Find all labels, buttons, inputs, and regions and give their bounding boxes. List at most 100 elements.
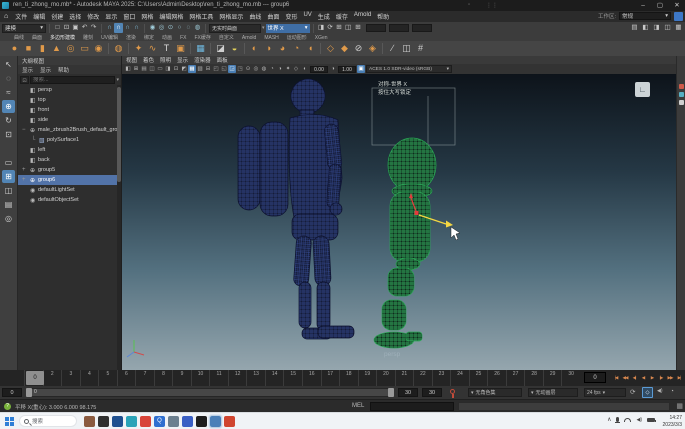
snap-icon[interactable]: ∩ <box>132 23 141 33</box>
selection-mask-icon[interactable]: ◉ <box>148 23 157 33</box>
combine-icon[interactable]: ◇ <box>324 42 337 55</box>
playback-button[interactable]: ▶| <box>675 372 683 383</box>
viewport-toolbar-icon[interactable]: ◫ <box>148 65 156 73</box>
frame-tick[interactable]: 4 <box>80 370 99 386</box>
gamma-icon[interactable]: ◑ <box>329 65 337 73</box>
viewport-menu-item[interactable]: 渲染器 <box>194 56 211 64</box>
mel-label[interactable]: MEL <box>352 403 364 409</box>
outliner-scrollbar[interactable] <box>117 85 121 370</box>
outliner-item-side[interactable]: ◧ side <box>18 115 117 125</box>
outliner-item-male-group[interactable]: − ⊕ male_zbrush2Brush_default_group <box>18 125 117 135</box>
save-scene-icon[interactable]: ▣ <box>71 23 80 33</box>
viewport-toolbar-icon[interactable]: ◲ <box>228 65 236 73</box>
menu-item[interactable]: 文件 <box>12 12 30 21</box>
menu-item[interactable]: 选择 <box>66 12 84 21</box>
frame-tick[interactable]: 9 <box>172 370 191 386</box>
layout-four-pane[interactable]: ⊞ <box>2 170 15 183</box>
frame-tick[interactable]: 23 <box>432 370 451 386</box>
viewport-menu-item[interactable]: 显示 <box>177 56 188 64</box>
separate-icon[interactable]: ◆ <box>338 42 351 55</box>
taskbar-app-4[interactable] <box>126 416 137 427</box>
frame-tick[interactable]: 29 <box>543 370 562 386</box>
sidebar-toggle-icon[interactable]: ◫ <box>663 23 672 33</box>
viewport-canvas[interactable]: 对称-世界 X 按住大写锁定 persp <box>122 74 676 370</box>
playback-button[interactable]: ◀◀ <box>621 372 629 383</box>
menu-item[interactable]: 缓存 <box>333 12 351 21</box>
taskbar-app-7[interactable] <box>182 416 193 427</box>
viewport-toolbar-icon[interactable]: ◰ <box>212 65 220 73</box>
menu-item[interactable]: 帮助 <box>374 12 392 21</box>
selection-mask-icon[interactable]: ○ <box>175 23 184 33</box>
rotate-tool[interactable]: ↻ <box>2 114 15 127</box>
menu-item[interactable]: 变形 <box>282 12 300 21</box>
viewport-toolbar-icon[interactable]: ◔ <box>268 65 276 73</box>
chevron-down-icon[interactable]: ▾ <box>262 25 265 31</box>
command-line-input[interactable] <box>370 402 454 411</box>
frame-tick[interactable]: 5 <box>98 370 117 386</box>
menu-item[interactable]: 创建 <box>48 12 66 21</box>
taskbar-app-search[interactable]: Q <box>154 416 165 427</box>
poly-sphere-icon[interactable]: ● <box>8 42 21 55</box>
frame-tick[interactable]: 14 <box>265 370 284 386</box>
viewport-toolbar-icon[interactable]: ⊞ <box>132 65 140 73</box>
playback-button[interactable]: ▶▶ <box>666 372 674 383</box>
titlebar-widget-icon[interactable]: ▫ <box>468 2 470 8</box>
perspective-viewport[interactable]: 视图着色照明显示渲染器面板 ◧⊞▤◫▭◨⊡◩▦▧⊟◰◱◲◳⊙◎◍◔◑✦◇ ◐ 0… <box>122 56 676 370</box>
sidebar-toggle-icon[interactable]: ◧ <box>641 23 650 33</box>
frame-tick[interactable]: 11 <box>209 370 228 386</box>
curve-tool-icon[interactable]: ✦ <box>132 42 145 55</box>
insert-edgeloop-icon[interactable]: ◫ <box>400 42 413 55</box>
boolean-icon[interactable]: ⊘ <box>352 42 365 55</box>
viewport-menu-item[interactable]: 视图 <box>126 56 137 64</box>
start-button[interactable] <box>5 417 14 426</box>
frame-tick[interactable]: 28 <box>524 370 543 386</box>
menu-item[interactable]: 修改 <box>84 12 102 21</box>
shelf-icon[interactable] <box>320 43 321 54</box>
tray-clock[interactable]: 14:27 2023/3/3 <box>663 415 682 428</box>
spacer[interactable] <box>2 142 15 155</box>
selection-mask-icon[interactable]: ◎ <box>157 23 166 33</box>
outliner-item-top[interactable]: ◧ top <box>18 95 117 105</box>
sidebar-toggle-icon[interactable]: ◨ <box>652 23 661 33</box>
outliner-item-group6[interactable]: + ⊕ group6 <box>18 175 117 185</box>
taskbar-app-9[interactable] <box>224 416 235 427</box>
menu-item[interactable]: 编辑网格 <box>156 12 186 21</box>
frame-tick[interactable]: 13 <box>246 370 265 386</box>
taskbar-app-6[interactable] <box>168 416 179 427</box>
loop-icon[interactable]: ⟳ <box>630 388 635 396</box>
expand-icon[interactable]: + <box>22 177 30 183</box>
history-icon[interactable]: ◨ <box>317 23 326 33</box>
camera-tool-icon[interactable]: ◪ <box>214 42 227 55</box>
shelf-tab[interactable]: UV编辑 <box>97 34 122 41</box>
channel-box-tab-icon[interactable] <box>679 100 684 105</box>
menu-item[interactable]: 编辑 <box>30 12 48 21</box>
attribute-editor-tab-icon[interactable] <box>679 84 684 89</box>
symmetry-dropdown[interactable]: 世界 X▾ <box>266 24 310 33</box>
shelf-tab[interactable]: 曲线 <box>10 34 28 41</box>
menu-item[interactable]: Arnold <box>351 12 374 21</box>
viewport-toolbar-icon[interactable]: ▭ <box>156 65 164 73</box>
animation-end-field[interactable]: 30 <box>422 388 442 397</box>
coordinate-x-field[interactable] <box>366 24 386 32</box>
frame-tick[interactable]: 2 <box>43 370 62 386</box>
history-icon[interactable]: ⊞ <box>335 23 344 33</box>
frame-tick[interactable]: 6 <box>117 370 136 386</box>
outliner-menu-item[interactable]: 显示 <box>22 66 33 74</box>
taskbar-app-5[interactable] <box>140 416 151 427</box>
frame-tick[interactable]: 18 <box>339 370 358 386</box>
expand-icon[interactable]: − <box>22 127 30 133</box>
viewport-toolbar-icon[interactable]: ✦ <box>284 65 292 73</box>
range-start-handle[interactable] <box>26 388 32 397</box>
layout-two-pane[interactable]: ◫ <box>2 184 15 197</box>
shelf-icon[interactable] <box>382 43 383 54</box>
menu-item[interactable]: 曲线 <box>246 12 264 21</box>
viewport-toolbar-icon[interactable]: ◍ <box>260 65 268 73</box>
maximize-button[interactable]: ▢ <box>652 0 668 11</box>
taskbar-app-2[interactable] <box>98 416 109 427</box>
frame-tick[interactable]: 21 <box>395 370 414 386</box>
outliner-item-defaultlightset[interactable]: ◉ defaultLightSet <box>18 185 117 195</box>
selection-mask-icon[interactable]: ⊙ <box>166 23 175 33</box>
poly-cube-icon[interactable]: ■ <box>22 42 35 55</box>
playback-button[interactable]: ▶ <box>648 372 656 383</box>
viewport-hud-widget-icon[interactable]: ∟ <box>635 82 650 97</box>
